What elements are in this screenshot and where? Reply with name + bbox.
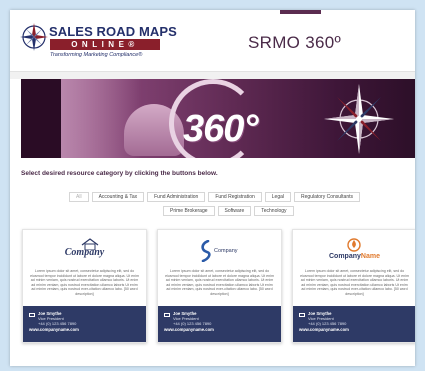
mail-icon[interactable] [299, 313, 305, 317]
company-card[interactable]: Company Lorem ipsum dolor sit amet, cons… [22, 229, 147, 343]
filter-row-2: Prime Brokerage Software Technology [163, 206, 294, 216]
company-logo-text: Company [64, 247, 105, 258]
filter-button-all[interactable]: All [69, 192, 89, 202]
header: SALES ROAD MAPS ONLINE® Transforming Mar… [10, 10, 415, 71]
banner-number: 360° [183, 108, 259, 150]
compass-logo-icon [20, 23, 48, 51]
filter-button-accounting-tax[interactable]: Accounting & Tax [91, 192, 145, 202]
company-description: Lorem ipsum dolor sit amet, consectetur … [300, 269, 409, 296]
company-logo: Company [23, 238, 146, 264]
filter-button-prime-brokerage[interactable]: Prime Brokerage [163, 206, 215, 216]
company-logo: CompanyName [293, 238, 415, 264]
logo-tagline: Transforming Marketing Compliance® [50, 52, 143, 58]
logo-name: SALES ROAD MAPS [49, 24, 177, 39]
contact-phone: +44 (0) 123 456 7890 [38, 321, 77, 326]
filter-button-fund-registration[interactable]: Fund Registration [208, 192, 262, 202]
site-logo[interactable]: SALES ROAD MAPS ONLINE® Transforming Mar… [19, 22, 177, 62]
contact-footer: Joe Smythe Vice President +44 (0) 123 45… [293, 306, 415, 342]
mail-icon[interactable] [29, 313, 35, 317]
company-description: Lorem ipsum dolor sit amet, consectetur … [165, 269, 274, 296]
contact-phone: +44 (0) 123 456 7890 [308, 321, 347, 326]
company-logo-text: CompanyName [293, 253, 415, 260]
contact-website-link[interactable]: www.companyname.com [299, 327, 349, 332]
contact-website-link[interactable]: www.companyname.com [29, 327, 79, 332]
page: SALES ROAD MAPS ONLINE® Transforming Mar… [10, 10, 415, 366]
instructions-text: Select desired resource category by clic… [21, 170, 218, 177]
contact-phone: +44 (0) 123 456 7890 [173, 321, 212, 326]
company-logo: Company [158, 238, 281, 264]
contact-footer: Joe Smythe Vice President +44 (0) 123 45… [23, 306, 146, 342]
flame-logo-icon [347, 238, 361, 252]
contact-footer: Joe Smythe Vice President +44 (0) 123 45… [158, 306, 281, 342]
company-description: Lorem ipsum dolor sit amet, consectetur … [30, 269, 139, 296]
filter-button-technology[interactable]: Technology [254, 206, 294, 216]
hero-banner: 360° [21, 79, 415, 158]
site-title: SRMO 360º [248, 33, 341, 52]
filter-button-fund-administration[interactable]: Fund Administration [147, 192, 206, 202]
swoosh-logo-icon [201, 240, 211, 262]
contact-website-link[interactable]: www.companyname.com [164, 327, 214, 332]
nav-strip [10, 71, 415, 79]
banner-dark-edge [21, 79, 61, 158]
company-card[interactable]: CompanyName Lorem ipsum dolor sit amet, … [292, 229, 415, 343]
filter-button-software[interactable]: Software [217, 206, 252, 216]
filter-row-1: All Accounting & Tax Fund Administration… [69, 192, 360, 202]
company-logo-text: Company [214, 248, 238, 254]
filter-button-legal[interactable]: Legal [264, 192, 292, 202]
mail-icon[interactable] [164, 313, 170, 317]
company-logo-text-secondary: Name [360, 253, 380, 260]
filter-button-regulatory-consultants[interactable]: Regulatory Consultants [294, 192, 360, 202]
header-accent-bar [280, 10, 321, 14]
company-logo-text-primary: Company [329, 253, 361, 260]
compass-rose-icon [324, 84, 394, 154]
company-card[interactable]: Company Lorem ipsum dolor sit amet, cons… [157, 229, 282, 343]
logo-band: ONLINE® [50, 39, 160, 50]
